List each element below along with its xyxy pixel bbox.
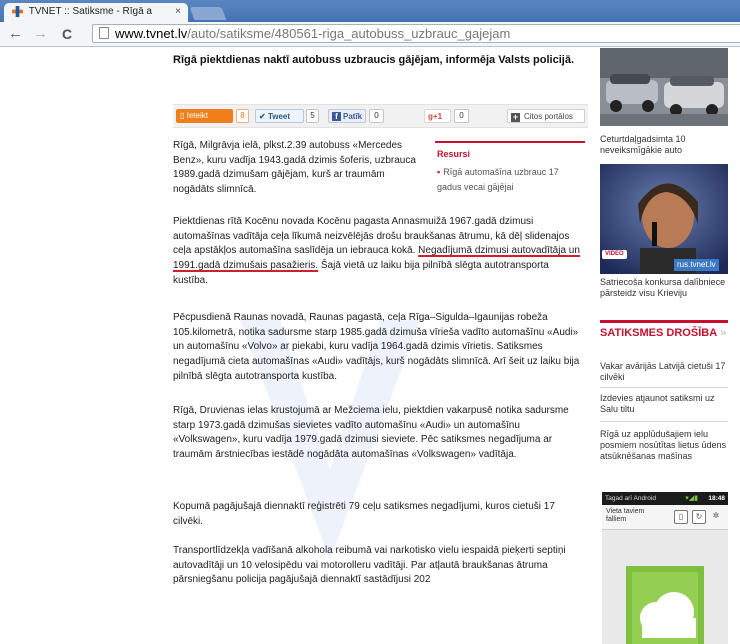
page-icon: [99, 27, 109, 39]
gear-icon: ✲: [712, 511, 720, 520]
section-title[interactable]: SATIKSMES DROŠĪBA »: [600, 320, 728, 340]
url-text: www.tvnet.lv/auto/satiksme/480561-riga_a…: [115, 26, 510, 41]
forward-button[interactable]: →: [33, 25, 48, 43]
sidebar-news-1[interactable]: Vakar avārijās Latvijā cietuši 17 cilvēk…: [600, 361, 728, 383]
resource-link[interactable]: ▪ Rīgā automašīna uzbrauc 17 gadus vecai …: [435, 165, 585, 195]
phone-clock: 18:48: [708, 495, 725, 502]
browser-toolbar: ← → C www.tvnet.lv/auto/satiksme/480561-…: [0, 22, 740, 47]
article-headline: Rīgā piektdienas naktī autobuss uzbrauci…: [173, 54, 575, 66]
video-badge: VIDEO: [602, 250, 627, 259]
ieteikt-label: Ieteikt: [186, 111, 208, 120]
tab-strip: TVNET :: Satiksme - Rīgā a ×: [0, 0, 740, 22]
article-paragraph-2: Piektdienas rītā Kocēnu novada Kocēnu pa…: [173, 215, 583, 289]
bullet-icon: ▪: [437, 167, 441, 177]
patik-count: 0: [369, 109, 384, 123]
reload-button[interactable]: C: [62, 25, 72, 43]
tweet-count: 5: [306, 109, 319, 123]
section-title-text: SATIKSMES DROŠĪBA: [600, 327, 718, 339]
address-bar[interactable]: www.tvnet.lv/auto/satiksme/480561-riga_a…: [92, 24, 740, 43]
document-icon: ▯: [674, 510, 688, 524]
new-tab-button[interactable]: [189, 7, 227, 20]
divider: [600, 421, 728, 422]
tweet-label: Tweet: [267, 112, 291, 121]
sidebar-link-1[interactable]: Ceturtdaļgadsimta 10 neveiksmīgākie auto: [600, 134, 728, 156]
twitter-bird-icon: ✔: [259, 112, 268, 121]
article-paragraph-5: Kopumā pagājušajā diennaktī reģistrēti 7…: [173, 501, 555, 527]
sidebar-news-2[interactable]: Izdevies atjaunot satiksmi uz Salu tiltu: [600, 393, 728, 415]
gplus-count: 0: [454, 109, 469, 123]
article-paragraph-3: Pēcpusdienā Raunas novadā, Raunas pagast…: [173, 312, 580, 382]
refresh-icon: ↻: [692, 510, 706, 524]
plus-square-icon: +: [511, 112, 520, 122]
phone-app-bar: Vieta taviem falliem ▯ ↻ ✲: [602, 505, 728, 530]
article-paragraph-4: Rīgā, Druvienas ielas krustojumā ar Mežc…: [173, 405, 569, 461]
gplus-label: +1: [432, 112, 443, 121]
tab-title: TVNET :: Satiksme - Rīgā a: [28, 6, 152, 17]
resources-box: Resursi ▪ Rīgā automašīna uzbrauc 17 gadu…: [435, 141, 585, 195]
article-paragraph-6: Transportlīdzekļa vadīšanā alkohola reib…: [173, 545, 566, 586]
divider: [600, 387, 728, 388]
url-path: /auto/satiksme/480561-riga_autobuss_uzbr…: [187, 26, 511, 41]
back-button[interactable]: ←: [8, 25, 23, 43]
cars-thumbnail[interactable]: [600, 48, 728, 126]
article-paragraph-1: Rīgā, Milgrāvja ielā, plkst.2.39 autobus…: [173, 140, 416, 196]
patik-button[interactable]: f Patīk: [328, 109, 366, 123]
tweet-button[interactable]: ✔ Tweet: [255, 109, 304, 123]
section-more-icon: »: [717, 327, 727, 339]
gplus-button[interactable]: g+1: [424, 109, 451, 123]
resource-link-text: Rīgā automašīna uzbrauc 17 gadus vecai g…: [437, 167, 559, 192]
weather-cloud-icon: [626, 566, 704, 644]
phone-status-bar: Tagad arī Android ▾◢▮ 18:48: [602, 492, 728, 505]
citos-label: Citos portālos: [524, 112, 573, 121]
url-host: www.tvnet.lv: [115, 26, 188, 41]
phone-location-text: Vieta taviem falliem: [606, 508, 645, 523]
android-app-banner[interactable]: Tagad arī Android ▾◢▮ 18:48 Vieta taviem…: [602, 492, 728, 644]
citos-portalos-button[interactable]: + Citos portālos: [507, 109, 585, 123]
sidebar-news-3[interactable]: Rīgā uz applūdušajiem ielu posmiem nosūt…: [600, 429, 728, 462]
tvnet-favicon-icon: [12, 6, 23, 17]
rus-badge: rus.tvnet.lv: [674, 259, 719, 271]
signal-icon: ▾◢▮: [685, 495, 698, 502]
ieteikt-icon: ▯: [180, 111, 187, 120]
browser-tab[interactable]: TVNET :: Satiksme - Rīgā a ×: [4, 3, 188, 22]
ieteikt-count: 8: [236, 109, 249, 123]
tab-close-icon[interactable]: ×: [175, 6, 181, 17]
patik-label: Patīk: [343, 112, 363, 121]
share-bar: ▯ Ieteikt 8 ✔ Tweet 5 f Patīk 0 g+1 0 + Ci…: [173, 104, 588, 128]
facebook-icon: f: [332, 112, 341, 121]
resources-title: Resursi: [437, 149, 471, 159]
sidebar-link-2[interactable]: Satriecoša konkursa dalībniece pārsteidz…: [600, 277, 728, 299]
phone-status-text: Tagad arī Android: [605, 495, 656, 502]
ieteikt-button[interactable]: ▯ Ieteikt: [176, 109, 233, 123]
